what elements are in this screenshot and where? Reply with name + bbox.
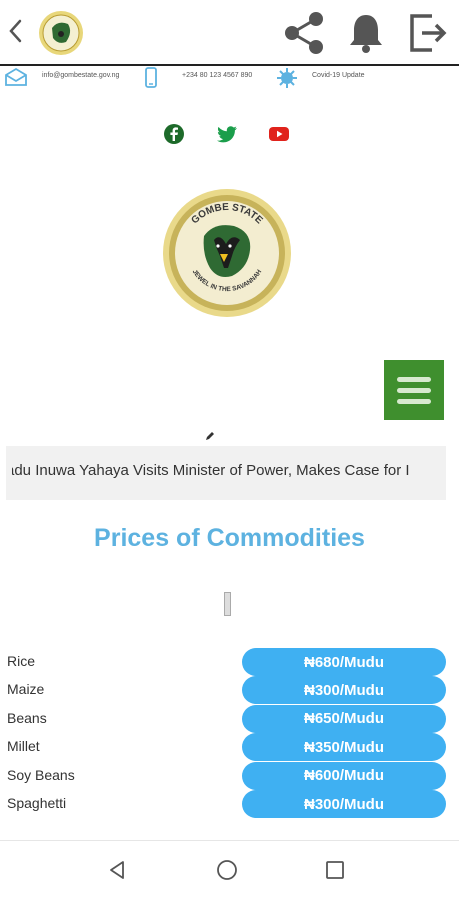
- price-row: Soy Beans ₦600/Mudu: [0, 761, 459, 790]
- recents-square-icon[interactable]: [324, 859, 346, 881]
- menu-bar: [397, 387, 431, 393]
- facebook-icon[interactable]: [163, 123, 185, 145]
- logout-button[interactable]: [406, 12, 450, 54]
- contact-phone[interactable]: +234 80 123 4567 890: [182, 72, 252, 79]
- menu-bar: [397, 376, 431, 382]
- text-cursor: [224, 592, 231, 616]
- commodity-name: Maize: [7, 681, 45, 698]
- ticker-edge-left: [6, 446, 12, 500]
- commodity-price-pill[interactable]: ₦350/Mudu: [242, 733, 446, 762]
- commodity-price-pill[interactable]: ₦650/Mudu: [242, 704, 446, 733]
- commodity-price-pill[interactable]: ₦300/Mudu: [242, 676, 446, 705]
- commodity-name: Rice: [7, 653, 36, 669]
- share-button[interactable]: [282, 10, 328, 56]
- chevron-left-icon: [9, 19, 22, 43]
- price-row: Millet ₦350/Mudu: [0, 733, 459, 762]
- commodity-price-pill[interactable]: ₦600/Mudu: [242, 761, 446, 790]
- commodity-name: Beans: [7, 709, 47, 726]
- back-button[interactable]: [4, 16, 26, 46]
- commodity-price-pill[interactable]: ₦680/Mudu: [242, 648, 446, 676]
- price-row: Beans ₦650/Mudu: [0, 704, 459, 733]
- contact-strip: info@gombestate.gov.ng +234 80 123 4567 …: [0, 66, 459, 88]
- covid-update-link[interactable]: Covid-19 Update: [312, 72, 365, 79]
- home-circle-icon[interactable]: [216, 859, 238, 881]
- mail-icon: [5, 67, 27, 86]
- app-bar: [0, 0, 459, 66]
- news-ticker[interactable]: adu Inuwa Yahaya Visits Minister of Powe…: [6, 446, 446, 500]
- price-row: Spaghetti ₦300/Mudu: [0, 790, 459, 818]
- news-ticker-text[interactable]: adu Inuwa Yahaya Visits Minister of Powe…: [6, 462, 410, 479]
- twitter-icon[interactable]: [216, 123, 238, 145]
- virus-icon: [277, 68, 297, 88]
- prices-title: Prices of Commodities: [94, 524, 365, 552]
- price-row: Maize ₦300/Mudu: [0, 676, 459, 705]
- menu-button[interactable]: [384, 360, 444, 420]
- system-nav-bar: [0, 841, 459, 900]
- commodity-name: Soy Beans: [7, 766, 75, 783]
- pencil-icon: [206, 432, 214, 440]
- logout-icon: [410, 14, 447, 52]
- ticker-edge-right: [440, 446, 446, 500]
- gombe-state-seal-icon[interactable]: [38, 10, 84, 56]
- share-icon: [285, 12, 323, 54]
- back-triangle-icon[interactable]: [106, 859, 128, 881]
- menu-bar: [397, 398, 431, 404]
- youtube-icon[interactable]: [268, 123, 290, 145]
- phone-icon: [145, 67, 157, 88]
- notifications-button[interactable]: [346, 12, 386, 54]
- commodity-name: Millet: [7, 738, 40, 755]
- contact-email[interactable]: info@gombestate.gov.ng: [42, 72, 119, 79]
- bell-icon: [350, 15, 382, 53]
- commodity-name: Spaghetti: [7, 795, 67, 811]
- commodity-price-pill[interactable]: ₦300/Mudu: [242, 790, 446, 818]
- price-row: Rice ₦680/Mudu: [0, 648, 459, 676]
- gombe-state-seal: GOMBE STATE JEWEL IN THE SAVANNAH: [163, 189, 291, 317]
